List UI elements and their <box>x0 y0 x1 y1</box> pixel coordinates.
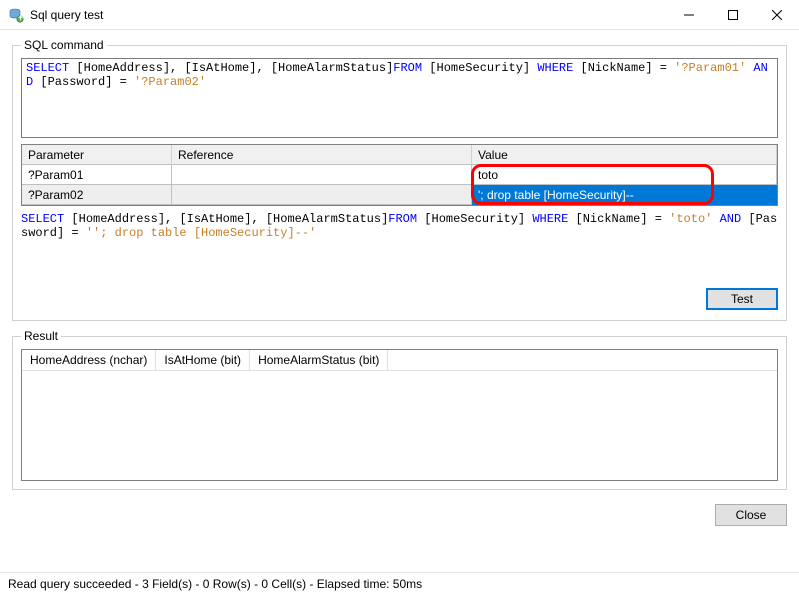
titlebar: Sql query test <box>0 0 799 30</box>
cell-value[interactable]: toto <box>472 165 777 185</box>
result-group: Result HomeAddress (nchar) IsAtHome (bit… <box>12 329 787 490</box>
minimize-button[interactable] <box>667 0 711 30</box>
sql-resolved-area: SELECT [HomeAddress], [IsAtHome], [HomeA… <box>21 212 778 282</box>
table-row[interactable]: ?Param01 toto <box>22 165 777 185</box>
maximize-button[interactable] <box>711 0 755 30</box>
result-col-0[interactable]: HomeAddress (nchar) <box>22 350 156 370</box>
close-button[interactable]: Close <box>715 504 787 526</box>
status-bar: Read query succeeded - 3 Field(s) - 0 Ro… <box>0 572 799 597</box>
result-headers: HomeAddress (nchar) IsAtHome (bit) HomeA… <box>22 350 777 371</box>
parameter-header-value[interactable]: Value <box>472 145 777 165</box>
window-title: Sql query test <box>30 8 667 22</box>
cell-parameter[interactable]: ?Param02 <box>22 185 172 205</box>
result-grid[interactable]: HomeAddress (nchar) IsAtHome (bit) HomeA… <box>21 349 778 481</box>
table-row[interactable]: ?Param02 '; drop table [HomeSecurity]-- <box>22 185 777 205</box>
sql-command-label: SQL command <box>21 38 107 52</box>
cell-reference[interactable] <box>172 165 472 185</box>
cell-reference[interactable] <box>172 185 472 205</box>
parameter-header-reference[interactable]: Reference <box>172 145 472 165</box>
result-col-2[interactable]: HomeAlarmStatus (bit) <box>250 350 388 370</box>
parameter-header-row: Parameter Reference Value <box>22 145 777 165</box>
result-label: Result <box>21 329 61 343</box>
cell-parameter[interactable]: ?Param01 <box>22 165 172 185</box>
parameter-header-parameter[interactable]: Parameter <box>22 145 172 165</box>
test-button[interactable]: Test <box>706 288 778 310</box>
sql-command-group: SQL command SELECT [HomeAddress], [IsAtH… <box>12 38 787 321</box>
cell-value-selected[interactable]: '; drop table [HomeSecurity]-- <box>472 185 777 205</box>
status-text: Read query succeeded - 3 Field(s) - 0 Ro… <box>8 577 422 591</box>
result-col-1[interactable]: IsAtHome (bit) <box>156 350 250 370</box>
close-window-button[interactable] <box>755 0 799 30</box>
sql-template-area[interactable]: SELECT [HomeAddress], [IsAtHome], [HomeA… <box>21 58 778 138</box>
app-icon <box>8 7 24 23</box>
parameter-table: Parameter Reference Value ?Param01 toto … <box>21 144 778 206</box>
